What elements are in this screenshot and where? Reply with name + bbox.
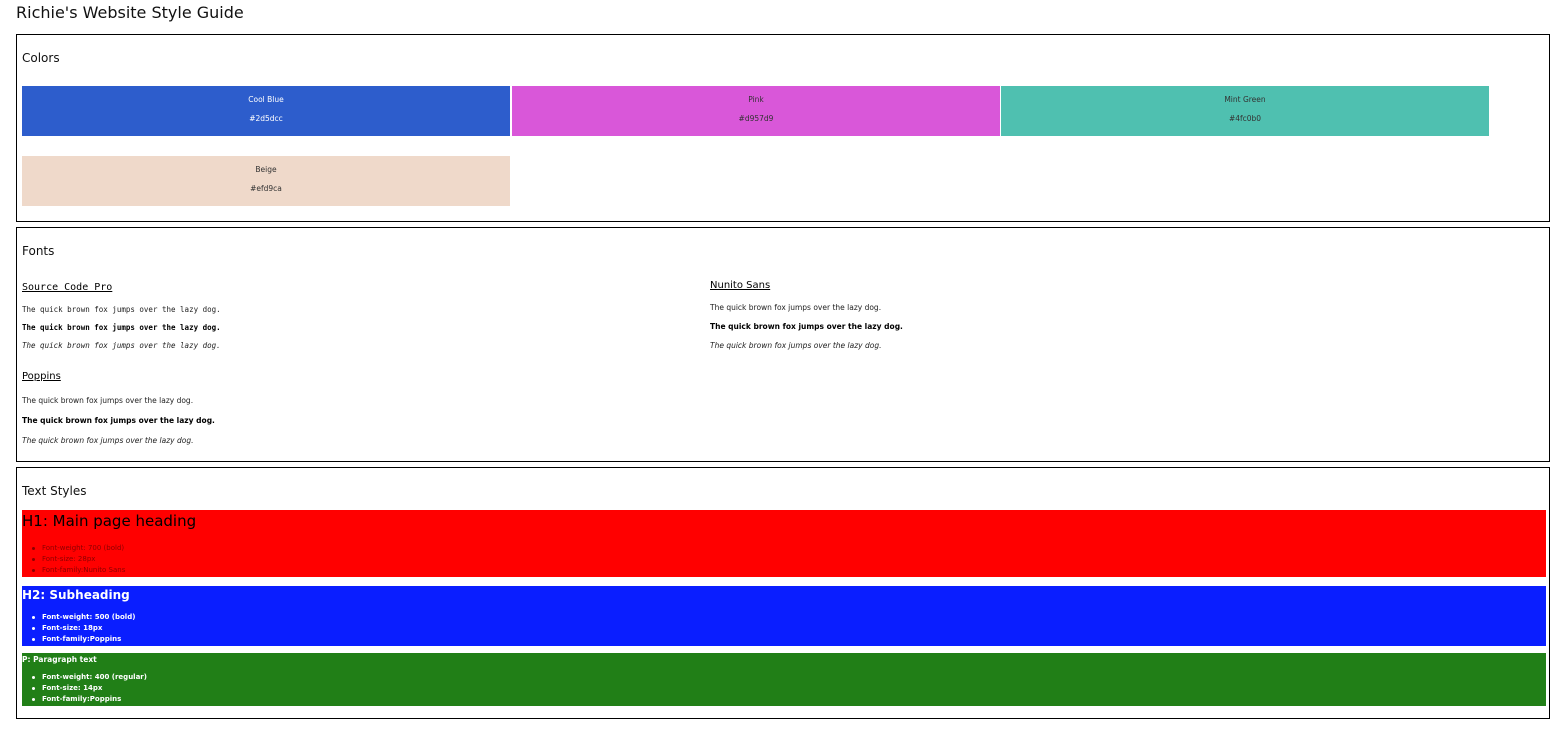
text-style-paragraph: P: Paragraph text Font-weight: 400 (regu… bbox=[22, 653, 1546, 706]
swatch-hex: #efd9ca bbox=[250, 184, 282, 193]
text-style-h2: H2: Subheading Font-weight: 500 (bold) F… bbox=[22, 586, 1546, 646]
style-heading: H2: Subheading bbox=[22, 588, 130, 602]
text-styles-title: Text Styles bbox=[22, 484, 87, 498]
style-properties-list: Font-weight: 400 (regular) Font-size: 14… bbox=[30, 672, 147, 705]
swatch-hex: #d957d9 bbox=[738, 114, 774, 123]
list-item: Font-weight: 700 (bold) bbox=[30, 543, 125, 554]
style-properties-list: Font-weight: 500 (bold) Font-size: 18px … bbox=[30, 612, 135, 645]
text-style-h1: H1: Main page heading Font-weight: 700 (… bbox=[22, 510, 1546, 577]
color-swatch-beige: Beige #efd9ca bbox=[22, 156, 510, 206]
colors-title: Colors bbox=[22, 51, 60, 65]
swatch-hex: #4fc0b0 bbox=[1228, 114, 1262, 123]
color-swatch-cool-blue: Cool Blue #2d5dcc bbox=[22, 86, 510, 136]
style-properties-list: Font-weight: 700 (bold) Font-size: 28px … bbox=[30, 543, 125, 576]
font-name: Poppins bbox=[22, 371, 61, 382]
list-item: Font-family:Nunito Sans bbox=[30, 565, 125, 576]
font-sample-regular: The quick brown fox jumps over the lazy … bbox=[710, 303, 882, 312]
font-sample-bold: The quick brown fox jumps over the lazy … bbox=[22, 323, 221, 332]
text-styles-section: Text Styles H1: Main page heading Font-w… bbox=[16, 467, 1550, 719]
colors-section: Colors Cool Blue #2d5dcc Pink #d957d9 Mi… bbox=[16, 34, 1550, 222]
color-swatch-pink: Pink #d957d9 bbox=[512, 86, 1000, 136]
fonts-title: Fonts bbox=[22, 244, 55, 258]
list-item: Font-family:Poppins bbox=[30, 634, 135, 645]
swatch-name: Beige bbox=[255, 165, 277, 174]
page-title: Richie's Website Style Guide bbox=[16, 3, 244, 22]
list-item: Font-weight: 500 (bold) bbox=[30, 612, 135, 623]
font-sample-bold: The quick brown fox jumps over the lazy … bbox=[22, 416, 215, 425]
font-sample-italic: The quick brown fox jumps over the lazy … bbox=[22, 341, 221, 350]
font-family-source-code-pro: Source Code Pro The quick brown fox jump… bbox=[22, 282, 422, 352]
fonts-section: Fonts Source Code Pro The quick brown fo… bbox=[16, 227, 1550, 462]
list-item: Font-size: 18px bbox=[30, 623, 135, 634]
font-family-nunito-sans: Nunito Sans The quick brown fox jumps ov… bbox=[710, 280, 1110, 350]
swatch-hex: #2d5dcc bbox=[249, 114, 283, 123]
font-sample-regular: The quick brown fox jumps over the lazy … bbox=[22, 305, 221, 314]
list-item: Font-family:Poppins bbox=[30, 694, 147, 705]
list-item: Font-size: 14px bbox=[30, 683, 147, 694]
font-name: Source Code Pro bbox=[22, 282, 113, 293]
style-heading: H1: Main page heading bbox=[22, 512, 197, 530]
list-item: Font-weight: 400 (regular) bbox=[30, 672, 147, 683]
font-sample-bold: The quick brown fox jumps over the lazy … bbox=[710, 322, 903, 331]
style-heading: P: Paragraph text bbox=[22, 655, 97, 664]
font-family-poppins: Poppins The quick brown fox jumps over t… bbox=[22, 371, 422, 451]
font-sample-italic: The quick brown fox jumps over the lazy … bbox=[710, 341, 882, 350]
font-sample-italic: The quick brown fox jumps over the lazy … bbox=[22, 436, 194, 445]
list-item: Font-size: 28px bbox=[30, 554, 125, 565]
color-swatch-mint-green: Mint Green #4fc0b0 bbox=[1001, 86, 1489, 136]
swatch-name: Mint Green bbox=[1224, 95, 1266, 104]
swatch-name: Cool Blue bbox=[248, 95, 284, 104]
swatch-name: Pink bbox=[748, 95, 764, 104]
font-sample-regular: The quick brown fox jumps over the lazy … bbox=[22, 396, 194, 405]
font-name: Nunito Sans bbox=[710, 280, 771, 291]
